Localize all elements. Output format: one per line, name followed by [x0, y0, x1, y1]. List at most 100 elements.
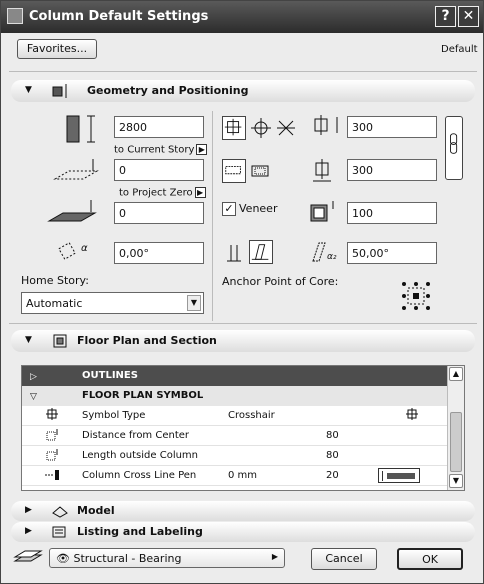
core-veneer-button[interactable]	[222, 159, 246, 183]
layer-icon	[13, 550, 43, 562]
depth-dimension-icon	[313, 159, 331, 182]
project-zero-arrow-icon[interactable]: ▶	[194, 187, 206, 198]
svg-text:▷: ▷	[30, 372, 37, 382]
depth-input[interactable]: 300	[347, 159, 437, 181]
floor-plan-section-title: Floor Plan and Section	[77, 334, 217, 347]
current-story-offset-input[interactable]: 0	[114, 159, 204, 181]
to-project-zero-text: to Project Zero	[119, 187, 193, 199]
slanted-column-button[interactable]	[249, 240, 273, 264]
listing-icon	[52, 526, 66, 538]
vertical-column-icon[interactable]	[225, 241, 243, 263]
table-row[interactable]: ▽ FLOOR PLAN SYMBOL	[22, 386, 448, 406]
rotation-angle-input[interactable]: 0,00°	[114, 242, 204, 264]
pen-icon	[44, 468, 60, 482]
core-icon	[225, 165, 241, 175]
row-value[interactable]: Crosshair	[228, 410, 275, 421]
table-row[interactable]: Column Cross Line Pen 0 mm 20	[22, 466, 448, 486]
row-label: OUTLINES	[82, 370, 138, 381]
help-button[interactable]: ?	[435, 6, 456, 27]
home-story-value: Automatic	[26, 297, 83, 310]
cancel-button[interactable]: Cancel	[311, 548, 377, 570]
svg-text:α₂: α₂	[327, 252, 337, 262]
table-row[interactable]: ▷ OUTLINES	[22, 366, 448, 386]
rectangular-column-button[interactable]	[222, 116, 246, 140]
veneer-checkbox[interactable]: ✓	[222, 202, 236, 216]
pen-color-swatch[interactable]	[378, 468, 420, 483]
rotation-angle-icon: α	[58, 242, 88, 260]
window-title: Column Default Settings	[29, 9, 209, 24]
to-current-story-label[interactable]: to Current Story ▶	[114, 144, 208, 156]
home-story-label: Home Story:	[21, 274, 89, 287]
table-row[interactable]: Distance from Center 80	[22, 426, 448, 446]
rectangular-column-icon	[224, 118, 242, 136]
circular-column-icon[interactable]	[250, 117, 272, 139]
expanded-triangle-icon: ▼	[25, 335, 32, 345]
table-row[interactable]: Symbol Type Crosshair	[22, 406, 448, 426]
listing-section-title: Listing and Labeling	[77, 525, 203, 538]
collapsed-triangle-icon: ▶	[25, 505, 32, 515]
symbol-type-icon	[44, 408, 60, 422]
default-label: Default	[441, 44, 478, 55]
geometry-section-title: Geometry and Positioning	[87, 84, 249, 97]
layer-menu-arrow-icon: ▶	[271, 552, 278, 561]
eye-icon: 👁	[56, 552, 70, 565]
length-icon	[44, 448, 60, 462]
row-label: Length outside Column	[82, 450, 199, 461]
row-value-secondary[interactable]: 80	[326, 450, 339, 461]
project-zero-offset-icon	[47, 200, 97, 222]
to-project-zero-label[interactable]: to Project Zero ▶	[119, 187, 206, 199]
favorites-button[interactable]: Favorites...	[17, 39, 97, 59]
chain-link-icon	[450, 133, 458, 154]
model-section-title: Model	[77, 504, 115, 517]
header-divider	[9, 71, 477, 72]
veneer-label: Veneer	[239, 202, 278, 215]
link-dimensions-button[interactable]	[445, 116, 463, 180]
chevron-down-icon[interactable]: ▼	[187, 295, 201, 311]
dialog-window: Column Default Settings ? ✕ Favorites...…	[0, 0, 484, 584]
close-button[interactable]: ✕	[458, 6, 479, 27]
collapsed-triangle-icon: ▶	[25, 526, 32, 536]
scroll-up-icon[interactable]: ▲	[449, 367, 463, 381]
svg-text:▽: ▽	[30, 392, 37, 402]
slant-angle-icon: α₂	[312, 242, 337, 262]
section-divider	[9, 323, 477, 324]
current-story-arrow-icon[interactable]: ▶	[196, 144, 208, 155]
column-height-icon	[66, 115, 95, 143]
anchor-point-label: Anchor Point of Core:	[222, 275, 339, 288]
width-input[interactable]: 300	[347, 116, 437, 138]
title-bar[interactable]: Column Default Settings ? ✕	[1, 1, 483, 33]
row-value-secondary[interactable]: 80	[326, 430, 339, 441]
expanded-triangle-icon: ▽	[28, 388, 44, 402]
app-icon	[7, 8, 23, 24]
anchor-point-grid-icon[interactable]	[399, 279, 433, 313]
ok-button[interactable]: OK	[397, 548, 463, 570]
model-icon	[52, 506, 68, 518]
geometry-section-header[interactable]: ▼ Geometry and Positioning	[11, 80, 475, 102]
veneer-thickness-icon	[310, 201, 334, 222]
floor-plan-section-header[interactable]: ▼ Floor Plan and Section	[11, 330, 475, 352]
home-story-select[interactable]: Automatic ▼	[21, 292, 204, 314]
project-zero-offset-input[interactable]: 0	[114, 202, 204, 224]
height-input[interactable]: 2800	[114, 116, 204, 138]
listing-section-header[interactable]: ▶ Listing and Labeling	[11, 522, 475, 542]
scroll-down-icon[interactable]: ▼	[449, 474, 463, 488]
table-scrollbar[interactable]: ▲ ▼	[447, 366, 464, 490]
core-outline-icon[interactable]	[250, 160, 272, 182]
width-dimension-icon	[314, 115, 338, 135]
row-value[interactable]: 0 mm	[228, 470, 257, 481]
row-value-secondary[interactable]: 20	[326, 470, 339, 481]
floor-plan-icon	[53, 334, 67, 348]
layer-select[interactable]: 👁 Structural - Bearing ▶	[49, 548, 285, 568]
row-label: Column Cross Line Pen	[82, 470, 197, 481]
slant-angle-input[interactable]: 50,00°	[347, 242, 437, 264]
floor-plan-settings-table: ▷ OUTLINES ▽ FLOOR PLAN SYMBOL Symbol Type Cr…	[21, 365, 465, 491]
collapsed-triangle-icon: ▷	[28, 368, 44, 382]
model-section-header[interactable]: ▶ Model	[11, 501, 475, 521]
veneer-thickness-input[interactable]: 100	[347, 202, 437, 224]
custom-column-icon[interactable]	[275, 117, 297, 139]
row-label: Symbol Type	[82, 410, 146, 421]
layer-value: Structural - Bearing	[73, 552, 182, 565]
row-label: FLOOR PLAN SYMBOL	[82, 390, 204, 401]
table-row[interactable]: Length outside Column 80	[22, 446, 448, 466]
scroll-thumb[interactable]	[450, 412, 462, 472]
